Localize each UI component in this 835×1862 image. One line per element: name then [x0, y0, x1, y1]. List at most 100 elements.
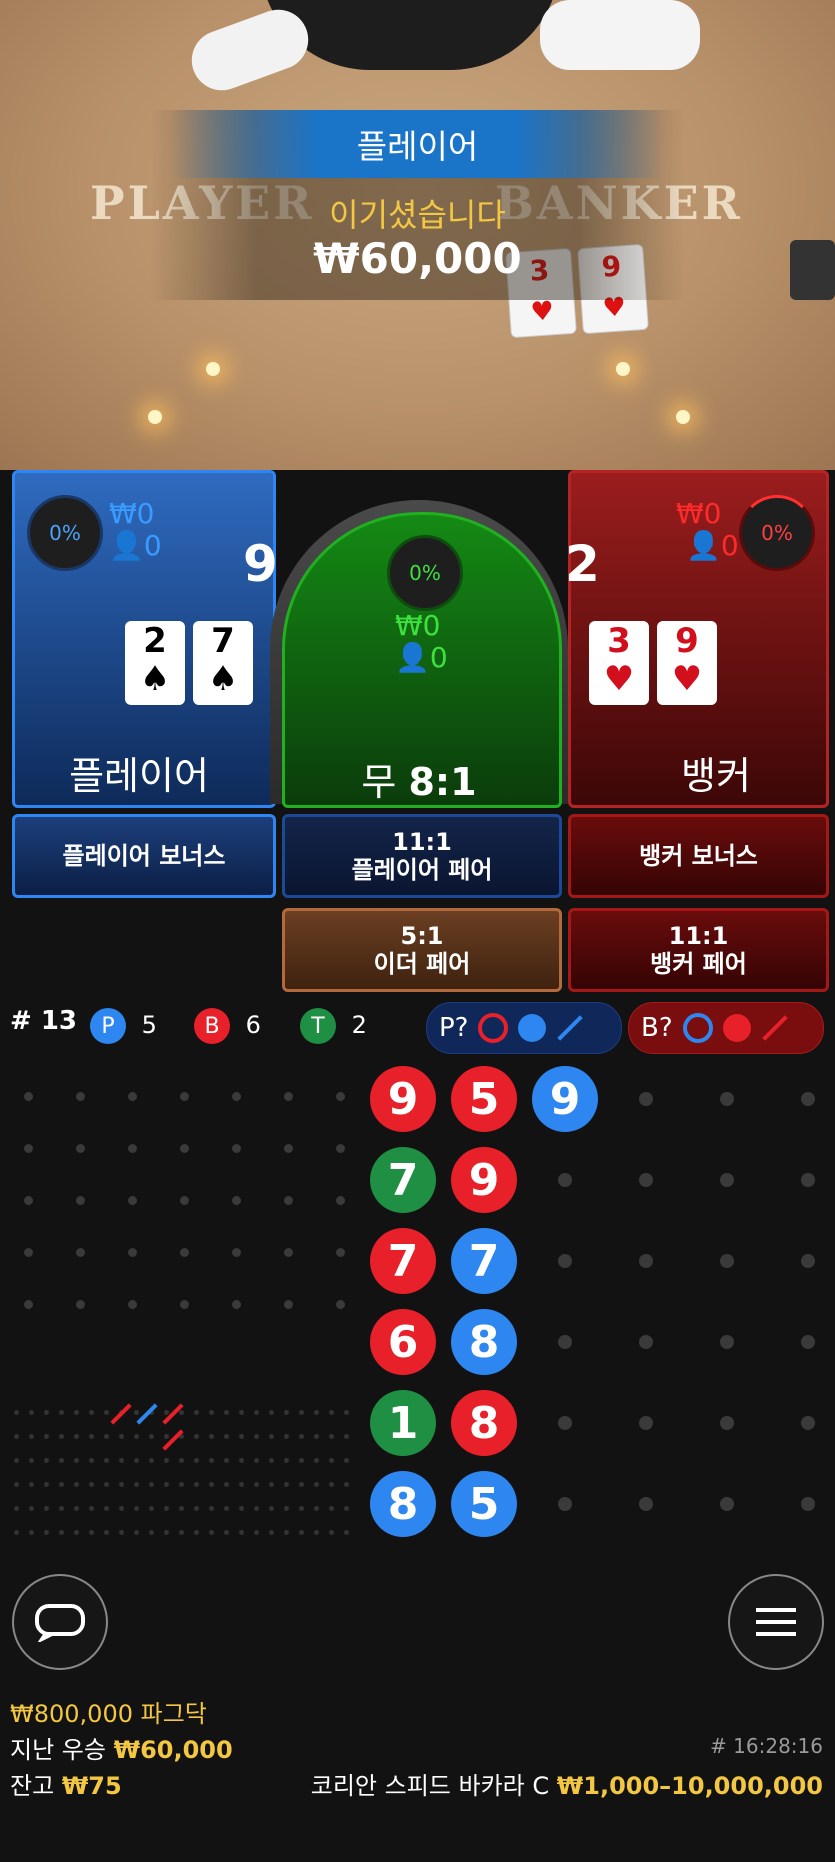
derived-road-cell: [119, 1482, 124, 1487]
road-empty-cell: [336, 1092, 345, 1101]
bet-limits: ₩1,000–10,000,000: [556, 1772, 823, 1800]
player-bonus-button[interactable]: 플레이어 보너스: [12, 814, 276, 898]
derived-road-cell: [164, 1506, 169, 1511]
table-light: [206, 362, 220, 376]
tie-count: 2: [351, 1011, 367, 1039]
derived-road-cell: [14, 1482, 19, 1487]
balance-label: 잔고: [10, 1772, 55, 1800]
bead-road-empty: [558, 1416, 572, 1430]
road-empty-cell: [128, 1196, 137, 1205]
road-empty-cell: [24, 1144, 33, 1153]
derived-road-cell: [314, 1410, 319, 1415]
either-pair-button[interactable]: 5:1 이더 페어: [282, 908, 562, 992]
derived-road-cell: [74, 1458, 79, 1463]
derived-road-cell: [179, 1410, 184, 1415]
jackpot-amount: ₩800,000: [10, 1700, 133, 1728]
derived-road-cell: [299, 1458, 304, 1463]
derived-road-cell: [329, 1458, 334, 1463]
derived-road-cell: [329, 1482, 334, 1487]
bead-road-result: 8: [451, 1390, 517, 1456]
bead-road-result: 1: [370, 1390, 436, 1456]
either-pair-odds: 5:1: [400, 922, 444, 950]
derived-road-cell: [119, 1458, 124, 1463]
player-pair-button[interactable]: 11:1 플레이어 페어: [282, 814, 562, 898]
derived-road-cell: [74, 1410, 79, 1415]
user-icon: 👤: [395, 641, 430, 674]
jackpot-label: 파그닥: [140, 1700, 207, 1728]
bead-road-empty: [639, 1173, 653, 1187]
derived-road-cell: [224, 1458, 229, 1463]
derived-road-cell: [224, 1434, 229, 1439]
round-count: # 13: [10, 1006, 78, 1036]
scoreboard-roads[interactable]: 9597977681885: [0, 1058, 835, 1558]
derived-road-cell: [299, 1482, 304, 1487]
derived-road-cell: [179, 1458, 184, 1463]
bead-road-empty: [801, 1092, 815, 1106]
player-bet-spot[interactable]: 0% ₩0 👤0 9 2 ♠ 7 ♠ 플레이어: [12, 470, 278, 808]
derived-road-cell: [239, 1434, 244, 1439]
chat-button[interactable]: [12, 1574, 108, 1670]
card-shoe: [790, 240, 835, 300]
either-pair-label: 이더 페어: [373, 950, 471, 978]
derived-road-cell: [119, 1434, 124, 1439]
table-name: 코리안 스피드 바카라 C: [310, 1772, 550, 1800]
bead-road-empty: [558, 1254, 572, 1268]
bead-road-result: 9: [532, 1066, 598, 1132]
menu-icon: [756, 1608, 796, 1636]
last-win-label: 지난 우승: [10, 1736, 106, 1764]
bead-road-result: 7: [370, 1147, 436, 1213]
cockroach-icon: [761, 1015, 788, 1041]
win-banner-subtitle: 이기셨습니다: [329, 196, 506, 234]
derived-road-cell: [269, 1410, 274, 1415]
banker-pair-label: 뱅커 페어: [650, 950, 747, 978]
menu-button[interactable]: [728, 1574, 824, 1670]
banker-pair-button[interactable]: 11:1 뱅커 페어: [568, 908, 829, 992]
bead-road-empty: [558, 1497, 572, 1511]
road-empty-cell: [232, 1248, 241, 1257]
banker-card: 3 ♥: [589, 621, 649, 705]
tie-bet-spot[interactable]: 0% ₩0 👤0 무 8:1: [282, 512, 562, 808]
road-empty-cell: [336, 1196, 345, 1205]
derived-road-cell: [194, 1506, 199, 1511]
derived-road-cell: [284, 1530, 289, 1535]
banker-label: 뱅커: [681, 754, 751, 798]
derived-road-cell: [269, 1506, 274, 1511]
banker-bonus-button[interactable]: 뱅커 보너스: [568, 814, 829, 898]
derived-road-cell: [209, 1506, 214, 1511]
tie-label: 무 8:1: [361, 760, 477, 804]
small-road-icon: [722, 1014, 751, 1042]
derived-road-cell: [29, 1506, 34, 1511]
bead-road-result: 7: [370, 1228, 436, 1294]
derived-road-cell: [329, 1434, 334, 1439]
table-info[interactable]: 코리안 스피드 바카라 C ₩1,000–10,000,000: [311, 1766, 823, 1801]
derived-road-cell: [179, 1530, 184, 1535]
derived-road-cell: [269, 1434, 274, 1439]
last-win-amount: ₩60,000: [113, 1736, 233, 1764]
derived-road-cell: [194, 1482, 199, 1487]
derived-road-cell: [44, 1530, 49, 1535]
derived-road-cell: [254, 1410, 259, 1415]
derived-road-cell: [284, 1506, 289, 1511]
bead-road-result: 6: [370, 1309, 436, 1375]
derived-road-cell: [314, 1482, 319, 1487]
road-empty-cell: [180, 1092, 189, 1101]
player-predict-button[interactable]: P?: [426, 1002, 622, 1054]
derived-road-cell: [164, 1434, 169, 1439]
banker-percent: 0%: [761, 521, 793, 545]
derived-road-cell: [89, 1434, 94, 1439]
banker-predict-button[interactable]: B?: [628, 1002, 824, 1054]
win-banner-amount: ₩60,000: [313, 234, 522, 283]
derived-road-cell: [239, 1482, 244, 1487]
big-eye-icon: [682, 1013, 713, 1043]
road-empty-cell: [76, 1144, 85, 1153]
cockroach-mark: [136, 1403, 158, 1425]
derived-road-cell: [134, 1410, 139, 1415]
road-empty-cell: [336, 1248, 345, 1257]
bead-road-result: 8: [370, 1471, 436, 1537]
derived-road-cell: [74, 1482, 79, 1487]
bead-road-result: 9: [370, 1066, 436, 1132]
derived-road-cell: [134, 1506, 139, 1511]
banker-bet-spot[interactable]: ₩0 👤0 0% 2 3 ♥ 9 ♥ 뱅커: [565, 470, 829, 808]
derived-road-cell: [344, 1458, 349, 1463]
road-empty-cell: [24, 1092, 33, 1101]
